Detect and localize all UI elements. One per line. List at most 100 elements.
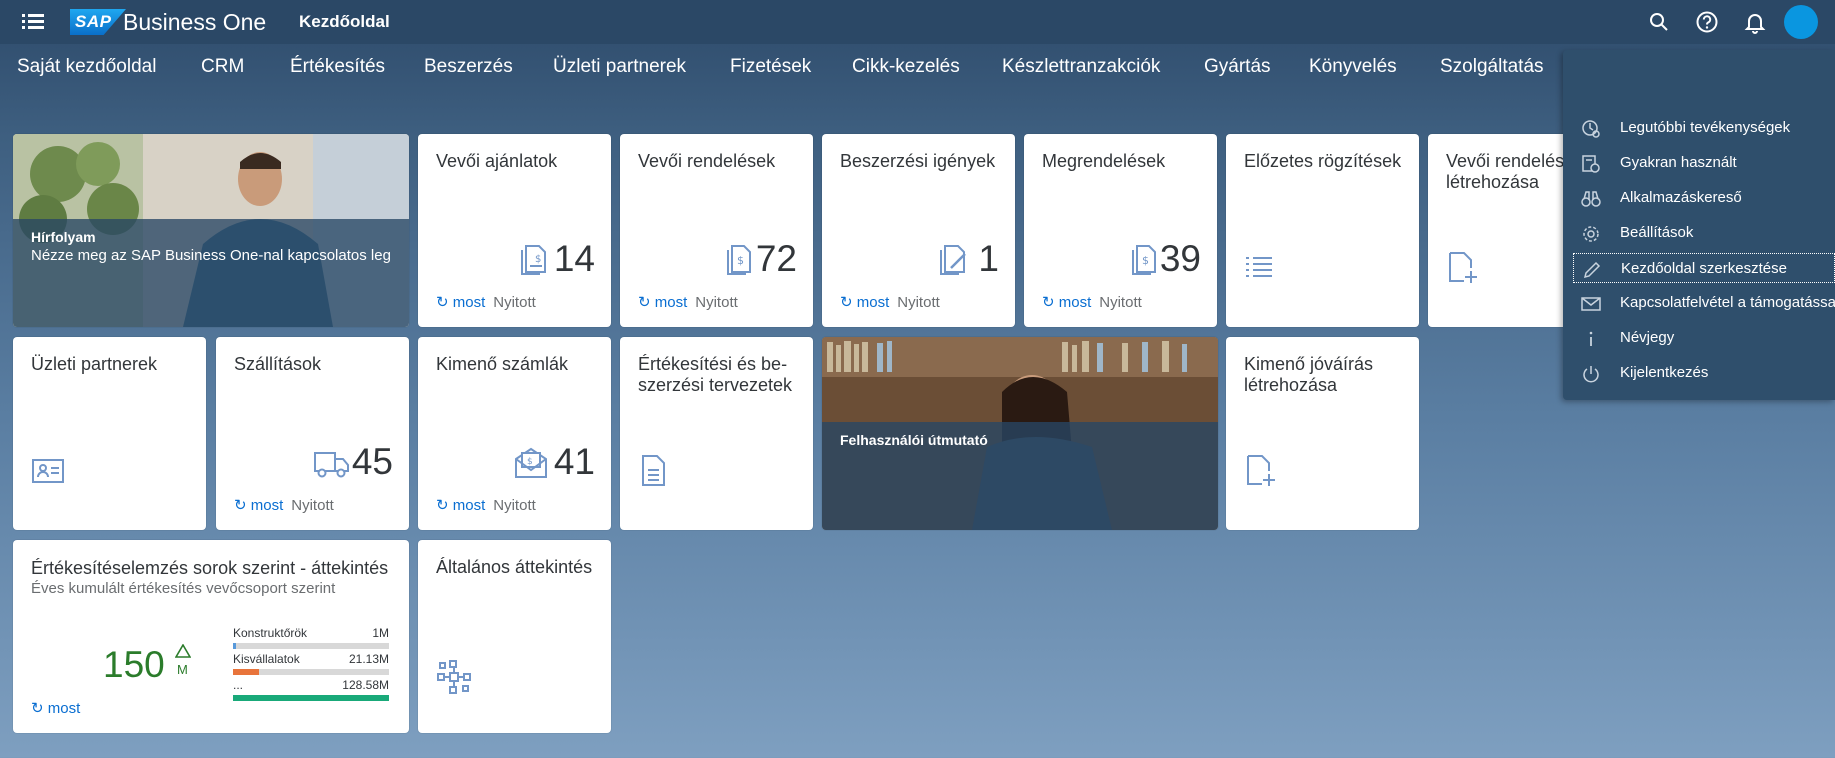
tile-footer: ↻ most Nyitott bbox=[234, 496, 334, 514]
menu-item-label: Gyakran használt bbox=[1620, 154, 1737, 171]
search-icon[interactable] bbox=[1646, 9, 1672, 35]
main-nav: Saját kezdőoldal CRM Értékesítés Beszerz… bbox=[0, 56, 1580, 86]
kpi-value: 150 bbox=[103, 644, 165, 685]
list-icon bbox=[1244, 249, 1280, 285]
recent-activity-icon bbox=[1581, 119, 1601, 139]
bar bbox=[233, 695, 389, 701]
order-icon: $ bbox=[722, 242, 756, 276]
news-tile[interactable]: Hírfolyam Nézze meg az SAP Business One-… bbox=[13, 134, 409, 327]
overview-tile[interactable]: Általános áttekintés bbox=[418, 540, 611, 733]
user-guide-tile[interactable]: Felhasználói útmutató bbox=[822, 337, 1218, 530]
page-title: Kezdőoldal bbox=[299, 12, 390, 31]
refresh-icon[interactable]: ↻ bbox=[31, 700, 48, 717]
document-icon bbox=[638, 452, 674, 488]
nav-item-crm[interactable]: CRM bbox=[201, 56, 244, 78]
nav-item-own-home[interactable]: Saját kezdőoldal bbox=[17, 56, 156, 78]
status-label: Nyitott bbox=[291, 497, 334, 514]
menu-item-app-finder[interactable]: Alkalmazáskereső bbox=[1573, 183, 1835, 213]
menu-item-recent-activities[interactable]: Legutóbbi tevékenységek bbox=[1573, 113, 1835, 143]
svg-text:$: $ bbox=[1142, 254, 1149, 267]
invoices-tile[interactable]: Kimenő számlák $ 41 ↻ most Nyitott bbox=[418, 337, 611, 530]
product-name: Business One bbox=[123, 9, 267, 35]
info-icon bbox=[1581, 329, 1601, 349]
nav-item-production[interactable]: Gyártás bbox=[1204, 56, 1271, 78]
tile-title: Előzetes rögzítések bbox=[1244, 151, 1402, 171]
nav-item-stock-transactions[interactable]: Készlettranzakciók bbox=[1002, 56, 1160, 78]
avatar[interactable] bbox=[1784, 5, 1818, 39]
purchase-orders-tile[interactable]: Megrendelések $ 39 ↻ most Nyitott bbox=[1024, 134, 1217, 327]
refresh-icon[interactable]: ↻ bbox=[436, 294, 453, 311]
edit-icon bbox=[1582, 260, 1602, 280]
user-guide-caption: Felhasználói útmutató bbox=[822, 422, 1218, 530]
tile-title: Szállítások bbox=[234, 354, 322, 374]
drafts-tile[interactable]: Előzetes rögzítések bbox=[1226, 134, 1419, 327]
svg-text:$: $ bbox=[535, 254, 541, 265]
tile-footer: ↻ most Nyitott bbox=[436, 496, 536, 514]
bar bbox=[233, 643, 236, 649]
menu-item-label: Legutóbbi tevékenységek bbox=[1620, 119, 1791, 136]
menu-item-about[interactable]: Névjegy bbox=[1573, 323, 1835, 353]
request-icon bbox=[937, 242, 971, 276]
user-menu: Legutóbbi tevékenységek Gyakran használt… bbox=[1563, 50, 1835, 400]
user-guide-title: Felhasználói útmutató bbox=[840, 432, 988, 448]
refresh-icon[interactable]: ↻ bbox=[436, 497, 453, 514]
orders-tile[interactable]: Vevői rendelések $ 72 ↻ most Nyitott bbox=[620, 134, 813, 327]
kpi-value: 1 bbox=[978, 238, 999, 279]
bar-track bbox=[233, 695, 389, 701]
sap-logo[interactable]: SAP bbox=[70, 9, 126, 35]
status-label: Nyitott bbox=[1099, 294, 1142, 311]
nav-item-service[interactable]: Szolgáltatás bbox=[1440, 56, 1544, 78]
menu-item-edit-home[interactable]: Kezdőoldal szerkesztése bbox=[1573, 253, 1835, 283]
nav-item-inventory[interactable]: Cikk-kezelés bbox=[852, 56, 960, 78]
refresh-label: most bbox=[452, 294, 486, 311]
tile-title: Értékesítéselemzés sorok szerint - áttek… bbox=[31, 558, 389, 578]
contact-card-icon bbox=[31, 452, 67, 488]
refresh-icon[interactable]: ↻ bbox=[638, 294, 655, 311]
tile-footer: ↻ most Nyitott bbox=[1042, 293, 1142, 311]
menu-item-label: Névjegy bbox=[1620, 329, 1675, 346]
menu-item-label: Kapcsolatfelvétel a támogatással bbox=[1620, 294, 1835, 311]
nav-item-sales[interactable]: Értékesítés bbox=[290, 56, 385, 78]
credit-memo-tile[interactable]: Kimenő jóváírás létrehozása bbox=[1226, 337, 1419, 530]
refresh-icon[interactable]: ↻ bbox=[234, 497, 251, 514]
bar-value-label: 128.58M bbox=[342, 678, 389, 692]
tile-footer: ↻ most bbox=[31, 699, 80, 717]
refresh-label: most bbox=[654, 294, 688, 311]
refresh-label: most bbox=[1058, 294, 1092, 311]
kpi-value: 14 bbox=[553, 238, 595, 279]
menu-item-label: Kezdőoldal szerkesztése bbox=[1621, 260, 1787, 277]
business-partners-tile[interactable]: Üzleti partnerek bbox=[13, 337, 206, 530]
bar bbox=[233, 669, 259, 675]
svg-text:$: $ bbox=[737, 254, 744, 267]
menu-item-contact-support[interactable]: Kapcsolatfelvétel a támogatással bbox=[1573, 288, 1835, 318]
help-icon[interactable] bbox=[1694, 9, 1720, 35]
kpi-value: 72 bbox=[755, 238, 797, 279]
deliveries-tile[interactable]: Szállítások 45 ↻ most Nyitott bbox=[216, 337, 409, 530]
menu-item-frequently-used[interactable]: Gyakran használt bbox=[1573, 148, 1835, 178]
menu-item-logout[interactable]: Kijelentkezés bbox=[1573, 358, 1835, 388]
truck-icon bbox=[311, 445, 351, 479]
nav-item-business-partners[interactable]: Üzleti partnerek bbox=[553, 56, 686, 78]
settings-icon bbox=[1581, 224, 1601, 244]
tile-title: Kimenő számlák bbox=[436, 354, 569, 374]
refresh-icon[interactable]: ↻ bbox=[1042, 294, 1059, 311]
quotes-tile[interactable]: Vevői ajánlatok $ 14 ↻ most Nyitott bbox=[418, 134, 611, 327]
purchase-requests-tile[interactable]: Beszerzési igények 1 ↻ most Nyitott bbox=[822, 134, 1015, 327]
sales-analysis-tile[interactable]: Értékesítéselemzés sorok szerint - áttek… bbox=[13, 540, 409, 733]
tile-title: Általános áttekintés bbox=[436, 557, 593, 577]
nav-item-accounting[interactable]: Könyvelés bbox=[1309, 56, 1397, 78]
kpi-unit: M bbox=[177, 662, 188, 677]
nav-item-payments[interactable]: Fizetések bbox=[730, 56, 811, 78]
plans-tile[interactable]: Értékesítési és be-szerzési tervezetek bbox=[620, 337, 813, 530]
refresh-label: most bbox=[250, 497, 284, 514]
refresh-icon[interactable]: ↻ bbox=[840, 294, 857, 311]
menu-item-settings[interactable]: Beállítások bbox=[1573, 218, 1835, 248]
network-icon bbox=[436, 659, 472, 695]
shell-bar: SAP Business One Kezdőoldal bbox=[0, 0, 1835, 44]
bell-icon[interactable] bbox=[1742, 9, 1768, 35]
menu-icon[interactable] bbox=[22, 12, 44, 32]
status-label: Nyitott bbox=[493, 497, 536, 514]
po-icon: $ bbox=[1127, 242, 1161, 276]
nav-item-purchasing[interactable]: Beszerzés bbox=[424, 56, 513, 78]
refresh-label: most bbox=[452, 497, 486, 514]
